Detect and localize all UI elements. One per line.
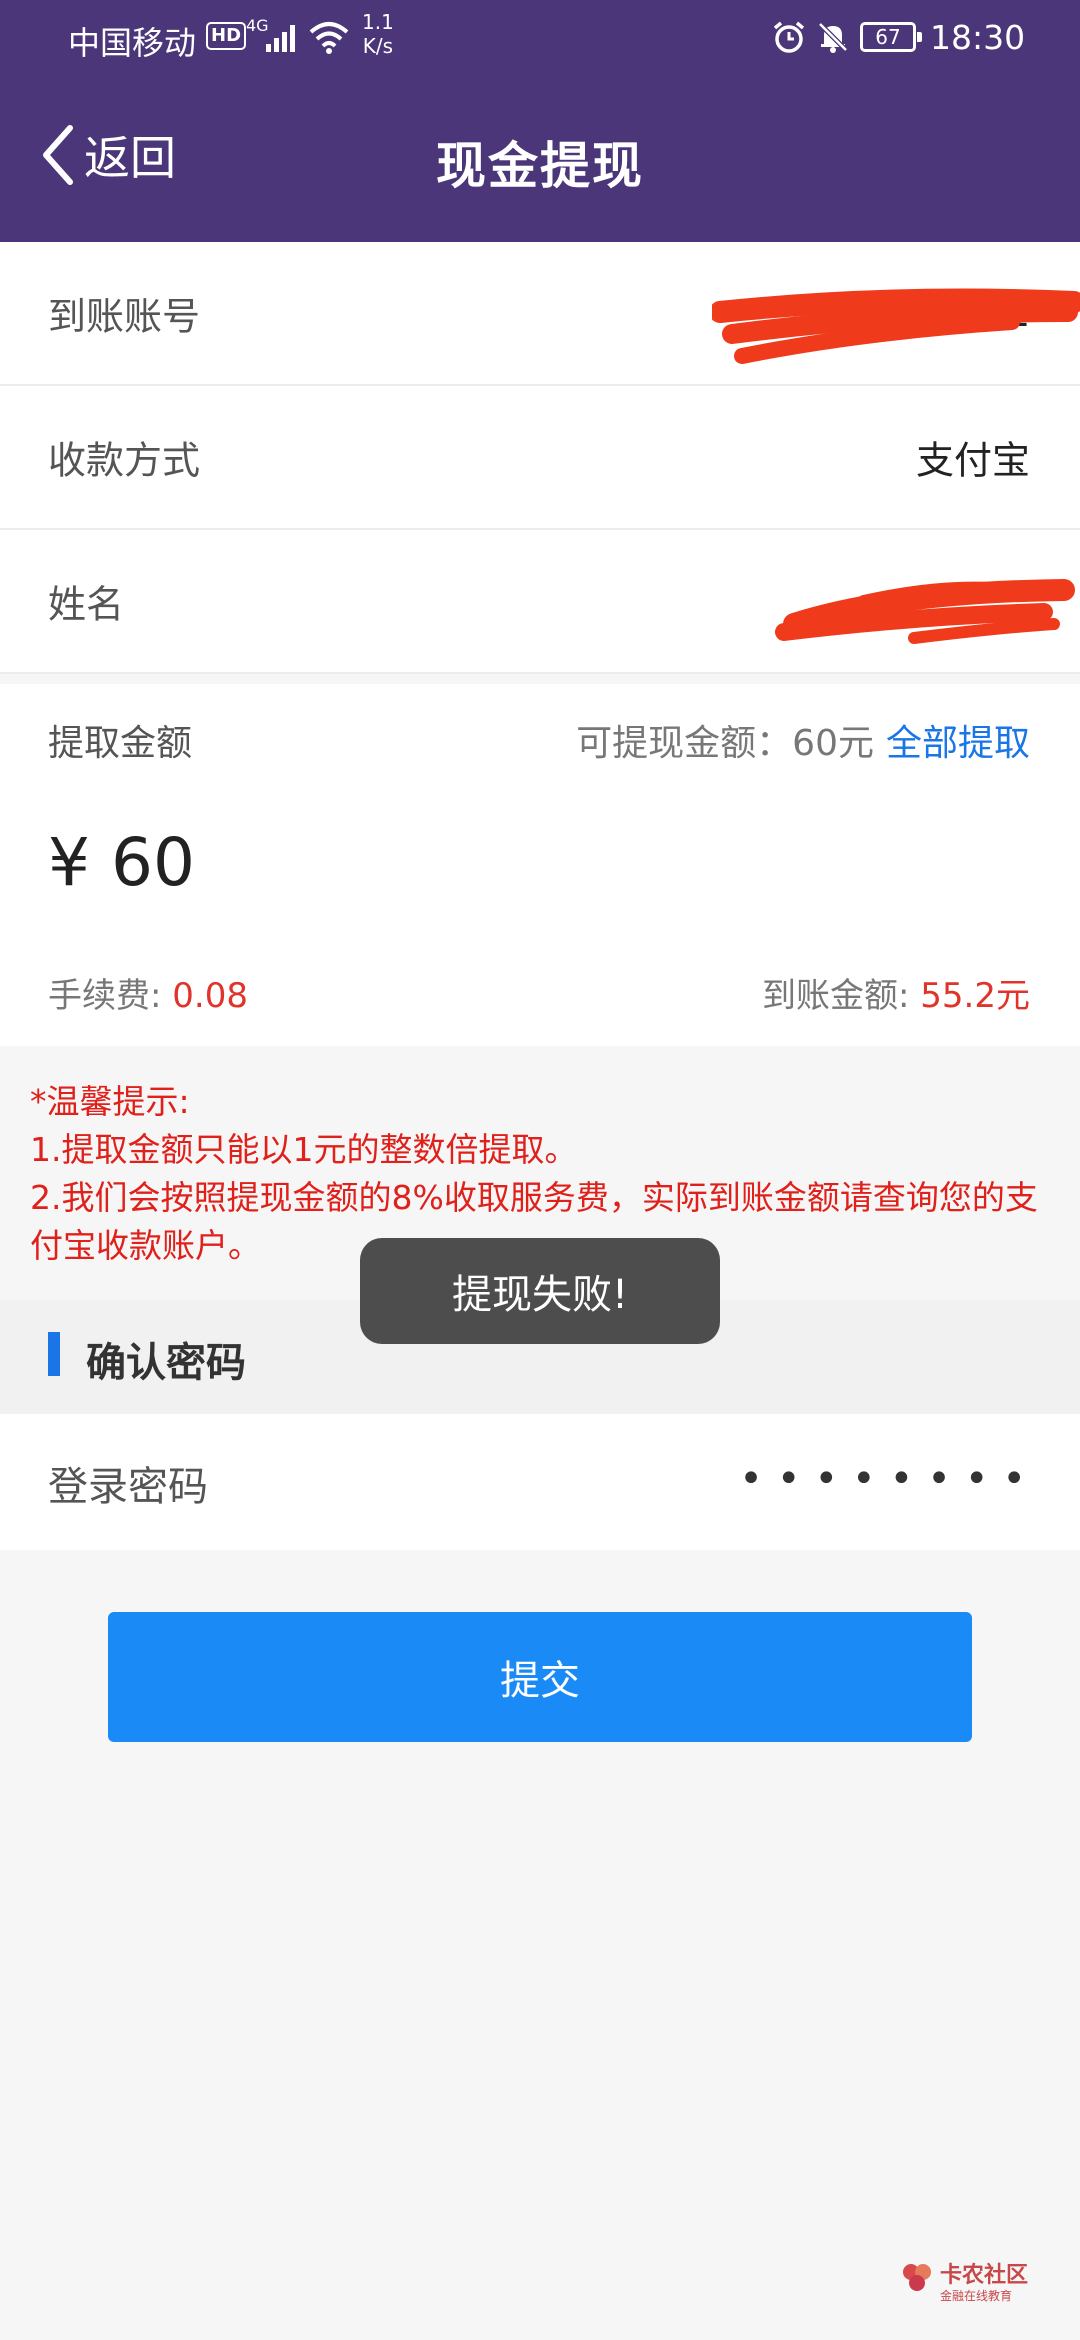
name-label: 姓名 bbox=[48, 582, 125, 627]
watermark: 卡农社区 金融在线教育 bbox=[900, 2255, 1060, 2315]
arrival-info: 到账金额: 55.2元 bbox=[762, 968, 1030, 1017]
redaction-scribble bbox=[712, 288, 1080, 364]
clock: 18:30 bbox=[930, 18, 1026, 57]
account-label: 到账账号 bbox=[48, 294, 201, 339]
method-label: 收款方式 bbox=[48, 438, 201, 483]
speed-value: 1.1 bbox=[362, 10, 394, 34]
speed-unit: K/s bbox=[362, 34, 394, 58]
section-accent-bar bbox=[48, 1332, 60, 1376]
wifi-icon bbox=[309, 22, 349, 54]
available-amount: 可提现金额：60元 全部提取 bbox=[576, 714, 1030, 766]
carrier-name: 中国移动 bbox=[68, 24, 197, 62]
signal-icon bbox=[266, 25, 295, 52]
fee-value: 0.08 bbox=[172, 976, 248, 1016]
available-text: 可提现金额：60元 bbox=[576, 723, 874, 764]
password-label: 登录密码 bbox=[48, 1464, 208, 1510]
redaction-scribble bbox=[775, 579, 1075, 644]
network-speed: 1.1 K/s bbox=[362, 10, 394, 58]
name-row: 姓名 bbox=[0, 530, 1080, 674]
page-title: 现金提现 bbox=[436, 137, 644, 195]
account-row: 到账账号 1 bbox=[0, 242, 1080, 386]
battery-icon: 67 bbox=[860, 22, 922, 52]
fee-label: 手续费: bbox=[48, 976, 173, 1016]
payment-method-row: 收款方式 支付宝 bbox=[0, 386, 1080, 530]
mute-bell-icon bbox=[818, 22, 848, 53]
nav-bar: 返回 现金提现 bbox=[0, 76, 1080, 242]
arrival-label: 到账金额: bbox=[762, 976, 921, 1016]
submit-button[interactable]: 提交 bbox=[108, 1612, 972, 1742]
method-value: 支付宝 bbox=[915, 438, 1030, 483]
arrival-value: 55.2元 bbox=[920, 976, 1030, 1016]
watermark-text: 卡农社区 bbox=[940, 2263, 1029, 2288]
status-bar: 中国移动 HD 4G 1.1 K/s 67 18:30 bbox=[0, 0, 1080, 76]
hd-badge: HD bbox=[206, 22, 247, 50]
tips-title: *温馨提示: bbox=[30, 1082, 190, 1121]
amount-section: 提取金额 可提现金额：60元 全部提取 ¥ 60 手续费: 0.08 到账金额: … bbox=[0, 684, 1080, 1046]
error-toast: 提现失败! bbox=[360, 1238, 720, 1344]
password-input[interactable]: •••••••• bbox=[739, 1456, 1040, 1502]
withdraw-all-link[interactable]: 全部提取 bbox=[886, 723, 1030, 764]
amount-input[interactable]: ¥ 60 bbox=[48, 824, 195, 901]
watermark-logo-icon bbox=[903, 2264, 931, 2291]
section-title: 确认密码 bbox=[86, 1340, 246, 1386]
fee-info: 手续费: 0.08 bbox=[48, 968, 248, 1017]
alarm-icon bbox=[773, 21, 805, 53]
password-row: 登录密码 •••••••• bbox=[0, 1414, 1080, 1550]
amount-label: 提取金额 bbox=[48, 723, 193, 764]
watermark-subtext: 金融在线教育 bbox=[940, 2289, 1013, 2303]
tips-line-1: 1.提取金额只能以1元的整数倍提取。 bbox=[30, 1130, 578, 1169]
